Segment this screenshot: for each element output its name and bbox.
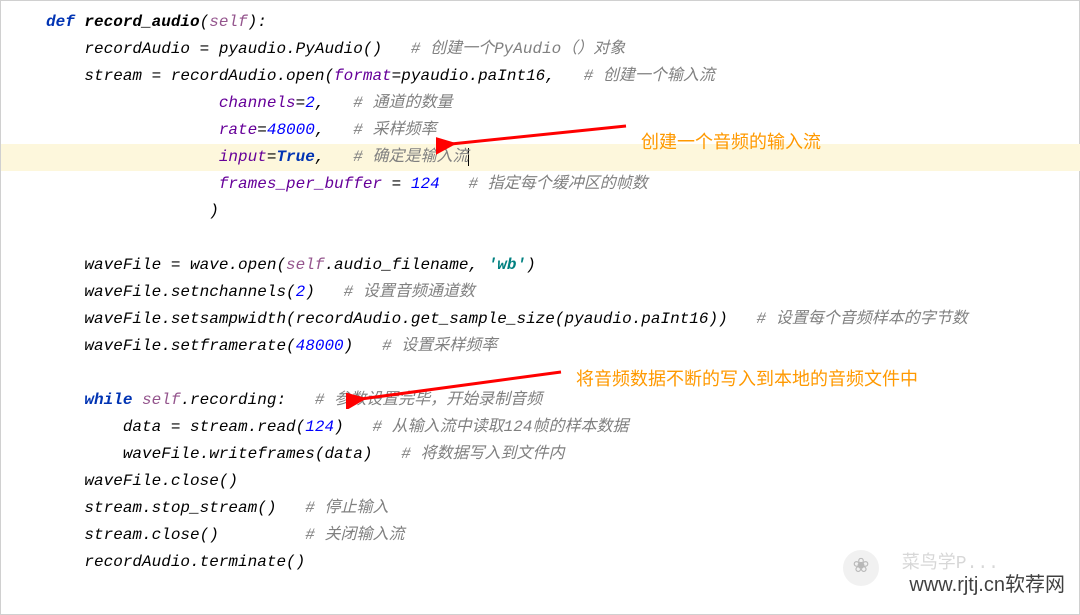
wechat-icon: ❀: [843, 550, 879, 586]
watermark-text: www.rjtj.cn软荐网: [909, 568, 1065, 602]
arrow-icon: [346, 364, 571, 409]
code-block: def record_audio(self): recordAudio = py…: [1, 1, 1079, 576]
annotation-1: 创建一个音频的输入流: [641, 127, 821, 158]
annotation-2: 将音频数据不断的写入到本地的音频文件中: [576, 364, 918, 395]
arrow-icon: [436, 116, 636, 156]
